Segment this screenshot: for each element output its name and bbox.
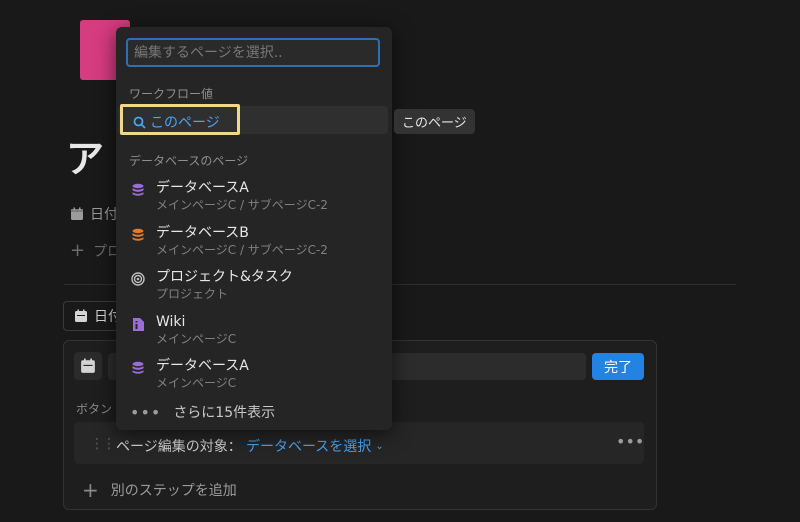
date-trigger-chip[interactable]: 日付 [63, 301, 123, 331]
list-item[interactable]: Wiki メインページC [130, 313, 236, 347]
page-search-input[interactable] [126, 38, 380, 67]
more-dots-icon: ••• [130, 402, 162, 422]
add-step-label: 別のステップを追加 [110, 483, 237, 499]
item-name: プロジェクト&タスク [156, 269, 293, 285]
drag-handle-icon[interactable]: ⋮⋮ [90, 436, 116, 452]
list-item[interactable]: プロジェクト&タスク プロジェクト [130, 268, 293, 302]
list-item[interactable]: データベースB メインページC / サブページC-2 [130, 224, 328, 258]
show-more-label: さらに15件表示 [173, 405, 276, 421]
calendar-icon [71, 207, 83, 220]
chevron-down-icon: ⌄ [375, 440, 384, 452]
calendar-icon [81, 358, 95, 373]
step-prefix: ページ編集の対象： [116, 439, 242, 455]
done-button[interactable]: 完了 [592, 353, 644, 380]
calendar-icon [75, 309, 87, 322]
list-item[interactable]: データベースA メインページC [130, 357, 249, 391]
property-date-label: 日付 [90, 207, 118, 223]
item-name: データベースA [156, 180, 249, 196]
add-step-button[interactable]: + 別のステップを追加 [82, 478, 237, 502]
item-path: メインページC [156, 332, 237, 346]
list-item[interactable]: データベースA メインページC / サブページC-2 [130, 179, 328, 213]
item-name: データベースA [156, 358, 249, 374]
item-name: Wiki [156, 314, 186, 330]
item-path: メインページC / サブページC-2 [156, 198, 328, 212]
workflow-section-label: ワークフロー値 [129, 87, 214, 101]
tooltip: このページ [394, 109, 475, 134]
this-page-label: このページ [150, 115, 220, 131]
db-section-label: データベースのページ [129, 154, 249, 168]
database-icon [130, 224, 146, 258]
database-icon [130, 357, 146, 391]
target-icon [130, 268, 146, 302]
database-icon [130, 179, 146, 213]
search-icon [133, 116, 146, 129]
plus-icon: + [82, 478, 99, 502]
database-select[interactable]: データベースを選択 ⌄ [246, 436, 384, 456]
plus-icon: + [70, 240, 86, 261]
item-name: データベースB [156, 225, 249, 241]
item-path: メインページC / サブページC-2 [156, 243, 328, 257]
more-options-button[interactable]: ••• [616, 432, 644, 451]
this-page-option[interactable]: このページ [133, 112, 220, 132]
document-icon [130, 313, 146, 347]
item-path: プロジェクト [156, 287, 229, 301]
add-property-button[interactable]: + プロ [70, 240, 121, 261]
trigger-icon-button[interactable] [74, 352, 102, 380]
database-select-label: データベースを選択 [246, 439, 372, 455]
section-label: ボタン [76, 402, 113, 416]
page-title: ア [66, 137, 105, 181]
property-date[interactable]: 日付 [70, 204, 118, 224]
show-more-button[interactable]: ••• さらに15件表示 [130, 402, 275, 422]
item-path: メインページC [156, 376, 237, 390]
